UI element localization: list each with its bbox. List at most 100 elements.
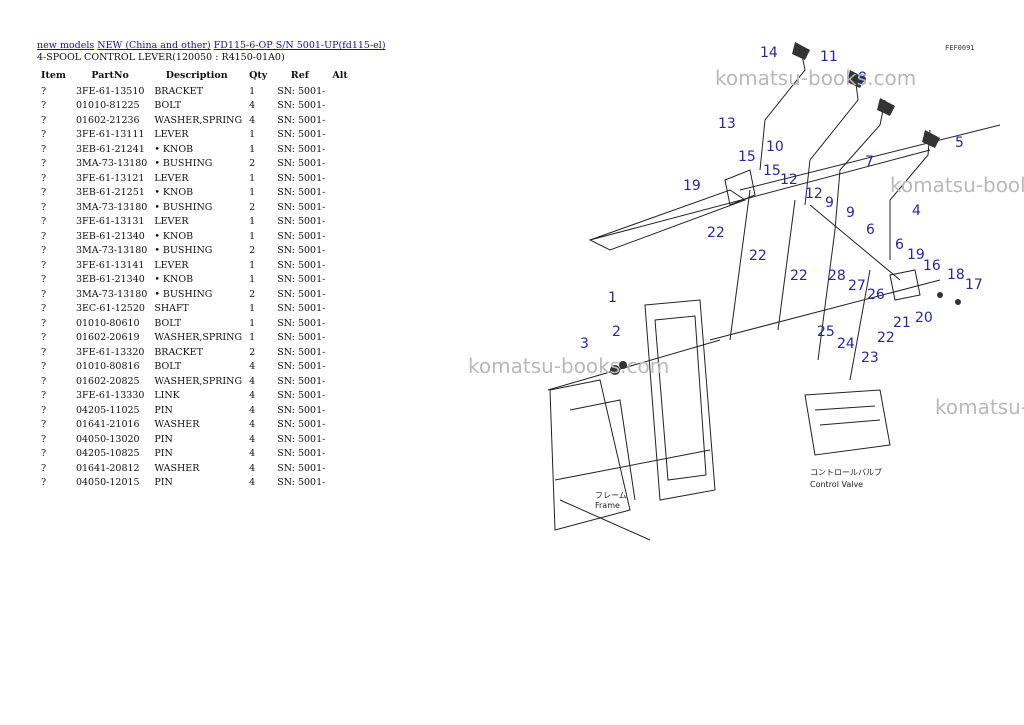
cell-alt: [328, 476, 353, 491]
cell-partno: 3FE-61-13330: [75, 390, 145, 402]
table-body: ? 3FE-61-13510 BRACKET 1 SN: 5001-? 01010-812…: [37, 84, 354, 490]
cell-description: PIN: [154, 448, 173, 460]
page-title: 4-SPOOL CONTROL LEVER(120050 : R4150-01A…: [37, 52, 285, 63]
cell-item: ?: [41, 433, 47, 445]
parts-diagram: 14 11813107515151212996641919222222 282726…: [468, 42, 1024, 541]
cell-qty: 4: [249, 361, 256, 373]
callout-label: 4: [912, 203, 921, 219]
cell-alt: [328, 258, 353, 273]
cell-partno: 3MA-73-13180: [75, 288, 148, 300]
cell-ref: SN: 5001-: [277, 259, 326, 271]
callout-label: 26: [867, 287, 885, 303]
cell-qty: 4: [249, 477, 256, 489]
header-ref: Ref: [290, 69, 309, 81]
cell-partno: 3MA-73-13180: [75, 245, 148, 257]
cell-partno: 01602-20619: [75, 332, 140, 344]
callout-label: 6: [866, 222, 875, 238]
cell-description: WASHER,SPRING: [154, 332, 243, 344]
cell-partno: 01602-20825: [75, 375, 140, 387]
breadcrumb-link-models[interactable]: new models: [37, 40, 94, 51]
cell-qty: 1: [249, 129, 256, 141]
table-row: ? 3FE-61-13121 LEVER 1 SN: 5001-: [37, 171, 354, 186]
table-row: ? 3FE-61-13131 LEVER 1 SN: 5001-: [37, 215, 354, 230]
cell-item: ?: [41, 346, 47, 358]
callout-label: 21: [893, 315, 911, 331]
cell-description: WASHER: [154, 462, 200, 474]
cell-description: BRACKET: [154, 346, 203, 358]
table-row: ? 3MA-73-13180 • BUSHING 2 SN: 5001-: [37, 287, 354, 302]
valve-label-jp: コントロールバルブ: [810, 467, 882, 477]
table-row: ? 3EB-61-21340 • KNOB 1 SN: 5001-: [37, 229, 354, 244]
cell-qty: 1: [249, 317, 256, 329]
cell-partno: 3FE-61-13510: [75, 85, 145, 97]
cell-qty: 4: [249, 375, 256, 387]
callout-label: 19: [683, 178, 701, 194]
breadcrumb-link-model[interactable]: FD115-6-OP S/N 5001-UP(fd115-el): [214, 40, 386, 51]
cell-partno: 01010-80816: [75, 361, 140, 373]
table-header-row: Item PartNo Description Qty Ref Alt: [37, 68, 354, 84]
cell-alt: [328, 345, 353, 360]
cell-item: ?: [41, 332, 47, 344]
header-item: Item: [41, 69, 66, 81]
cell-alt: [328, 142, 353, 157]
cell-partno: 3EB-61-21241: [75, 143, 145, 155]
cell-item: ?: [41, 85, 47, 97]
cell-ref: SN: 5001-: [277, 375, 326, 387]
cell-qty: 4: [249, 404, 256, 416]
cell-qty: 4: [249, 100, 256, 112]
cell-qty: 1: [249, 172, 256, 184]
cell-ref: SN: 5001-: [277, 245, 326, 257]
cell-description: • BUSHING: [154, 288, 213, 300]
callout-label: 24: [837, 336, 855, 352]
cell-item: ?: [41, 274, 47, 286]
callout-label: 6: [895, 237, 904, 253]
callout-label: 3: [580, 336, 589, 352]
breadcrumb-link-region[interactable]: NEW (China and other): [97, 40, 210, 51]
cell-ref: SN: 5001-: [277, 332, 326, 344]
callout-label: 23: [861, 350, 879, 366]
table-row: ? 3FE-61-13320 BRACKET 2 SN: 5001-: [37, 345, 354, 360]
table-row: ? 04205-10825 PIN 4 SN: 5001-: [37, 447, 354, 462]
callout-label: 7: [865, 154, 874, 170]
callout-label: 11: [820, 49, 838, 65]
callout-label: 15: [763, 163, 781, 179]
cell-item: ?: [41, 187, 47, 199]
cell-qty: 4: [249, 114, 256, 126]
table-row: ? 01602-21236 WASHER,SPRING 4 SN: 5001-: [37, 113, 354, 128]
callout-label: 28: [828, 268, 846, 284]
cell-alt: [328, 200, 353, 215]
cell-item: ?: [41, 477, 47, 489]
cell-ref: SN: 5001-: [277, 216, 326, 228]
cell-alt: [328, 418, 353, 433]
cell-qty: 2: [249, 288, 256, 300]
cell-description: SHAFT: [154, 303, 189, 315]
cell-partno: 3EB-61-21251: [75, 187, 145, 199]
cell-alt: [328, 447, 353, 462]
cell-alt: [328, 316, 353, 331]
cell-description: • KNOB: [154, 274, 194, 286]
cell-partno: 3FE-61-13320: [75, 346, 145, 358]
cell-qty: 2: [249, 201, 256, 213]
callout-label: 25: [817, 324, 835, 340]
cell-partno: 3FE-61-13121: [75, 172, 145, 184]
cell-alt: [328, 229, 353, 244]
table-row: ? 3EB-61-21241 • KNOB 1 SN: 5001-: [37, 142, 354, 157]
callout-label: 20: [915, 310, 933, 326]
table-row: ? 01602-20825 WASHER,SPRING 4 SN: 5001-: [37, 374, 354, 389]
cell-description: WASHER,SPRING: [154, 375, 243, 387]
cell-qty: 2: [249, 346, 256, 358]
cell-description: LEVER: [154, 216, 189, 228]
cell-ref: SN: 5001-: [277, 303, 326, 315]
cell-ref: SN: 5001-: [277, 288, 326, 300]
cell-qty: 1: [249, 216, 256, 228]
callout-label: 16: [923, 258, 941, 274]
cell-description: PIN: [154, 433, 173, 445]
callout-label: 9: [825, 195, 834, 211]
cell-qty: 4: [249, 433, 256, 445]
table-row: ? 01602-20619 WASHER,SPRING 1 SN: 5001-: [37, 331, 354, 346]
cell-item: ?: [41, 230, 47, 242]
cell-partno: 3MA-73-13180: [75, 158, 148, 170]
cell-alt: [328, 360, 353, 375]
cell-alt: [328, 403, 353, 418]
cell-ref: SN: 5001-: [277, 419, 326, 431]
